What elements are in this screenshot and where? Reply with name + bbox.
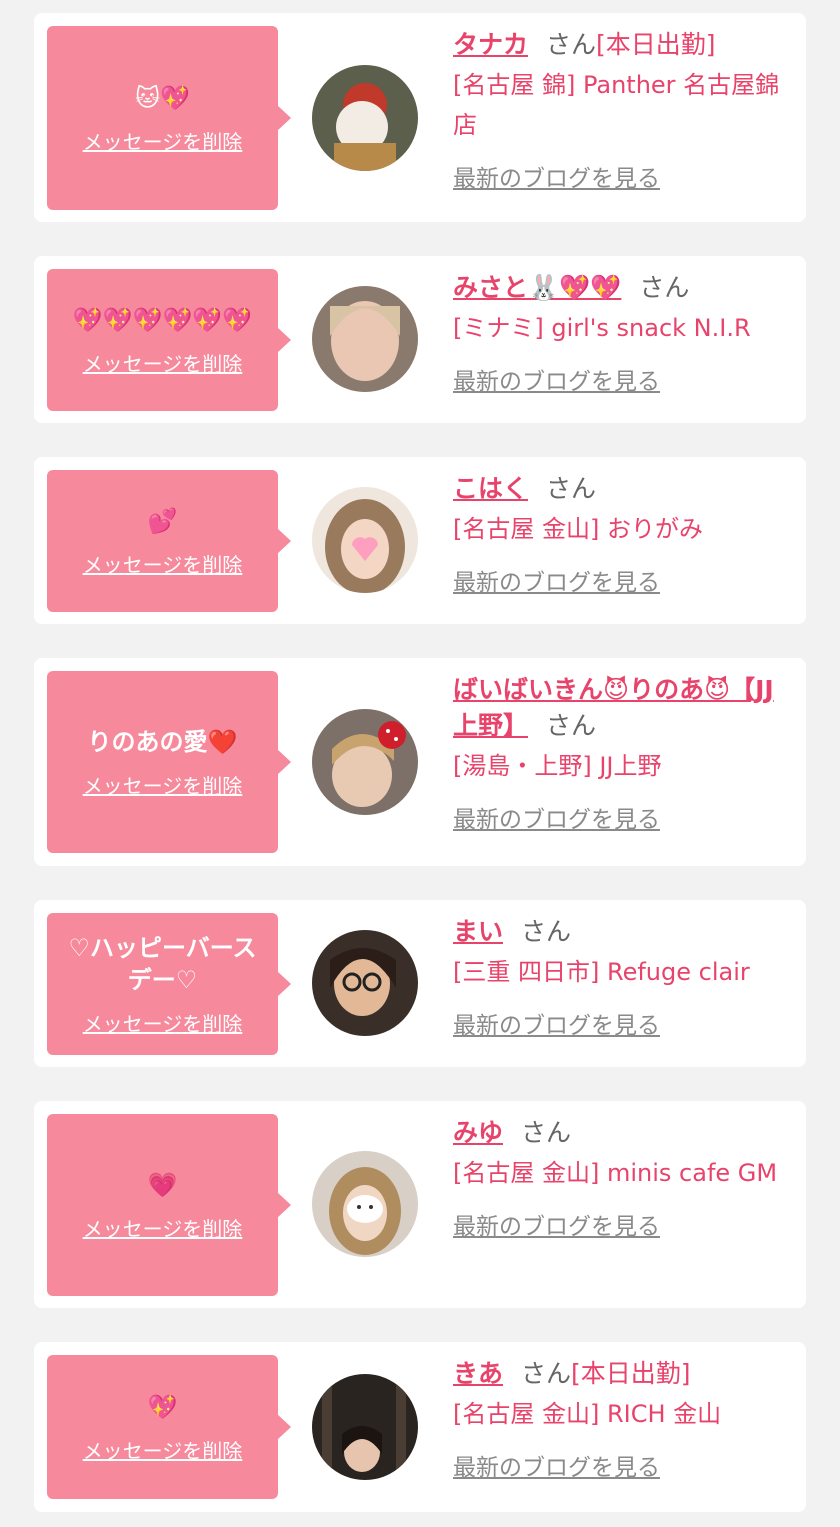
latest-blog-link[interactable]: 最新のブログを見る — [453, 563, 660, 597]
shop-text: [名古屋 金山] RICH 金山 — [453, 1400, 722, 1428]
message-text: 💖💖💖💖💖💖 — [72, 305, 253, 334]
delete-message-link[interactable]: メッセージを削除 — [83, 1435, 243, 1464]
delete-message-link[interactable]: メッセージを削除 — [83, 549, 243, 578]
shop-text: [名古屋 錦] Panther 名古屋錦店 — [453, 71, 780, 139]
message-bubble: ♡ハッピーバースデー♡ メッセージを削除 — [47, 913, 291, 1055]
shop-text: [三重 四日市] Refuge clair — [453, 958, 750, 986]
message-text: ♡ハッピーバースデー♡ — [68, 933, 257, 994]
user-name-link[interactable]: こはく — [453, 474, 528, 503]
message-card: りのあの愛❤️ メッセージを削除 ばいばいきん😈りのあ😈【JJ上野】 さん [湯島… — [34, 658, 806, 866]
avatar[interactable] — [312, 709, 418, 815]
message-card: 💕 メッセージを削除 こはく さん [名古屋 金山] おりがみ 最新のブログを見る — [34, 457, 806, 624]
shop-text: [名古屋 金山] minis cafe GM — [453, 1159, 778, 1187]
message-card: 🐱💖 メッセージを削除 タナカ さん[本日出勤] [名古屋 錦] Panther … — [34, 13, 806, 222]
delete-message-link[interactable]: メッセージを削除 — [83, 1008, 243, 1037]
user-info: まい さん [三重 四日市] Refuge clair 最新のブログを見る — [453, 914, 788, 1040]
avatar[interactable] — [312, 1151, 418, 1257]
delete-message-link[interactable]: メッセージを削除 — [83, 126, 243, 155]
latest-blog-link[interactable]: 最新のブログを見る — [453, 362, 660, 396]
message-card: 💖 メッセージを削除 きあ さん[本日出勤] [名古屋 金山] RICH 金山 最… — [34, 1342, 806, 1512]
avatar[interactable] — [312, 930, 418, 1036]
message-card: ♡ハッピーバースデー♡ メッセージを削除 まい さん [三重 四日市] Refug… — [34, 900, 806, 1067]
latest-blog-link[interactable]: 最新のブログを見る — [453, 800, 660, 834]
duty-badge: [本日出勤] — [571, 1359, 691, 1388]
delete-message-link[interactable]: メッセージを削除 — [83, 1213, 243, 1242]
message-text: 💗 — [147, 1170, 178, 1199]
latest-blog-link[interactable]: 最新のブログを見る — [453, 1207, 660, 1241]
message-bubble: りのあの愛❤️ メッセージを削除 — [47, 671, 291, 853]
name-line: ばいばいきん😈りのあ😈【JJ上野】 さん — [453, 672, 788, 744]
name-line: みゆ さん — [453, 1115, 788, 1151]
san-label: さん — [546, 30, 597, 59]
user-info: タナカ さん[本日出勤] [名古屋 錦] Panther 名古屋錦店 最新のブログ… — [453, 27, 788, 193]
san-label: さん — [639, 273, 690, 302]
message-text: 💕 — [147, 506, 178, 535]
message-bubble: 💕 メッセージを削除 — [47, 470, 291, 612]
user-name-link[interactable]: タナカ — [453, 30, 528, 59]
san-label: さん — [546, 711, 597, 740]
san-label: さん — [521, 917, 572, 946]
duty-badge: [本日出勤] — [596, 30, 716, 59]
san-label: さん — [521, 1118, 572, 1147]
avatar[interactable] — [312, 487, 418, 593]
latest-blog-link[interactable]: 最新のブログを見る — [453, 1448, 660, 1482]
name-line: タナカ さん[本日出勤] — [453, 27, 788, 63]
san-label: さん — [521, 1359, 572, 1388]
message-bubble: 💖 メッセージを削除 — [47, 1355, 291, 1499]
user-name-link[interactable]: みさと🐰💖💖 — [453, 273, 621, 302]
avatar[interactable] — [312, 286, 418, 392]
avatar[interactable] — [312, 1374, 418, 1480]
shop-text: [湯島・上野] JJ上野 — [453, 752, 662, 780]
latest-blog-link[interactable]: 最新のブログを見る — [453, 159, 660, 193]
message-text: りのあの愛❤️ — [87, 727, 238, 756]
latest-blog-link[interactable]: 最新のブログを見る — [453, 1006, 660, 1040]
user-name-link[interactable]: まい — [453, 917, 503, 946]
message-text: 💖 — [147, 1392, 178, 1421]
user-name-link[interactable]: きあ — [453, 1359, 503, 1388]
user-name-link[interactable]: ばいばいきん😈りのあ😈【JJ上野】 — [453, 675, 774, 740]
user-info: みさと🐰💖💖 さん [ミナミ] girl's snack N.I.R 最新のブログ… — [453, 270, 788, 396]
user-name-link[interactable]: みゆ — [453, 1118, 503, 1147]
message-bubble: 💗 メッセージを削除 — [47, 1114, 291, 1296]
shop-text: [ミナミ] girl's snack N.I.R — [453, 314, 751, 342]
name-line: まい さん — [453, 914, 788, 950]
message-card: 💗 メッセージを削除 みゆ さん [名古屋 金山] minis cafe GM 最… — [34, 1101, 806, 1308]
name-line: みさと🐰💖💖 さん — [453, 270, 788, 306]
san-label: さん — [546, 474, 597, 503]
message-text: 🐱💖 — [135, 83, 190, 112]
message-card: 💖💖💖💖💖💖 メッセージを削除 みさと🐰💖💖 さん [ミナミ] girl's sn… — [34, 256, 806, 423]
shop-text: [名古屋 金山] おりがみ — [453, 515, 703, 543]
message-bubble: 💖💖💖💖💖💖 メッセージを削除 — [47, 269, 291, 411]
delete-message-link[interactable]: メッセージを削除 — [83, 348, 243, 377]
delete-message-link[interactable]: メッセージを削除 — [83, 770, 243, 799]
user-info: ばいばいきん😈りのあ😈【JJ上野】 さん [湯島・上野] JJ上野 最新のブログを… — [453, 672, 788, 834]
avatar[interactable] — [312, 65, 418, 171]
user-info: みゆ さん [名古屋 金山] minis cafe GM 最新のブログを見る — [453, 1115, 788, 1241]
name-line: こはく さん — [453, 471, 788, 507]
message-bubble: 🐱💖 メッセージを削除 — [47, 26, 291, 210]
name-line: きあ さん[本日出勤] — [453, 1356, 788, 1392]
user-info: こはく さん [名古屋 金山] おりがみ 最新のブログを見る — [453, 471, 788, 597]
user-info: きあ さん[本日出勤] [名古屋 金山] RICH 金山 最新のブログを見る — [453, 1356, 788, 1482]
